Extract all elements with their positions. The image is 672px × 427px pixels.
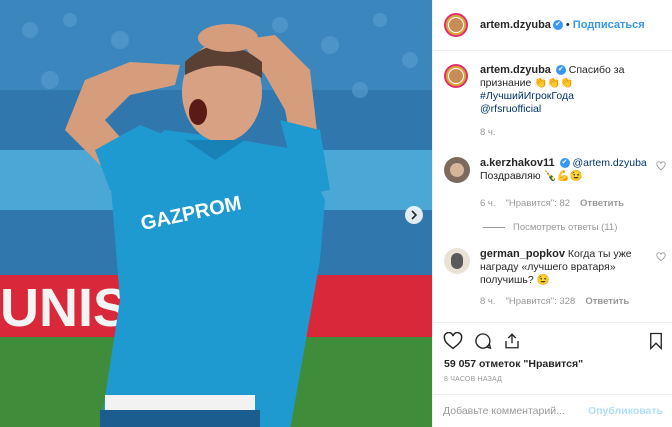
- comment-likes[interactable]: "Нравится": 328: [506, 295, 576, 308]
- author-avatar[interactable]: [444, 13, 468, 37]
- comment-username[interactable]: a.kerzhakov11: [480, 157, 555, 169]
- caption-time[interactable]: 8 ч.: [480, 126, 496, 139]
- post-timestamp[interactable]: 8 ЧАСОВ НАЗАД: [444, 376, 502, 383]
- caption-text-1: Спасибо за: [568, 64, 625, 76]
- author-username[interactable]: artem.dzyuba: [480, 19, 551, 31]
- heart-icon[interactable]: [656, 252, 666, 262]
- photo-scene: UNISON GAZPROM: [0, 0, 432, 427]
- like-heart-icon[interactable]: [443, 332, 463, 350]
- caption-avatar[interactable]: [444, 64, 468, 88]
- replies-line: [483, 227, 505, 228]
- reply-button[interactable]: Ответить: [585, 295, 629, 308]
- commenter-avatar[interactable]: [444, 157, 470, 183]
- commenter-avatar[interactable]: [444, 248, 470, 274]
- comment-item: a.kerzhakov11 ✔ @artem.dzyuba Поздравляю…: [444, 157, 666, 210]
- add-comment-bar: Добавьте комментарий... Опубликовать: [433, 394, 672, 427]
- follow-button[interactable]: Подписаться: [573, 19, 645, 31]
- post-side-panel: artem.dzyuba ✔ • Подписаться artem.dzyub…: [432, 0, 672, 427]
- comment-bubble-icon[interactable]: [473, 332, 493, 350]
- caption-hashtag[interactable]: #ЛучшийИгрокГода: [480, 90, 650, 103]
- comment-time[interactable]: 8 ч.: [480, 295, 496, 308]
- post-actions: 59 057 отметок "Нравится" 8 ЧАСОВ НАЗАД: [433, 322, 672, 394]
- comment-item: german_popkov Когда ты уже награду «лучш…: [444, 248, 666, 308]
- heart-icon[interactable]: [656, 161, 666, 171]
- comment-username[interactable]: german_popkov: [480, 248, 565, 260]
- verified-badge-icon: ✔: [559, 158, 570, 169]
- reply-button[interactable]: Ответить: [580, 197, 624, 210]
- separator-dot: •: [565, 19, 570, 31]
- view-replies-label: Посмотреть ответы (11): [513, 222, 618, 233]
- comment-time[interactable]: 6 ч.: [480, 197, 496, 210]
- post-photo[interactable]: UNISON GAZPROM: [0, 0, 432, 427]
- chevron-right-icon: [411, 210, 418, 220]
- caption-mention[interactable]: @rfsruofficial: [480, 103, 650, 116]
- comment-mention[interactable]: @artem.dzyuba: [572, 157, 646, 169]
- caption-text-2: признание 👏👏👏: [480, 77, 574, 89]
- caption: artem.dzyuba ✔ Спасибо за признание 👏👏👏 …: [444, 64, 666, 139]
- next-photo-button[interactable]: [405, 206, 423, 224]
- instagram-post-modal: UNISON GAZPROM artem.dzyuba ✔ • Подписат…: [0, 0, 672, 427]
- caption-username[interactable]: artem.dzyuba: [480, 64, 551, 76]
- view-replies-button[interactable]: Посмотреть ответы (11): [483, 222, 617, 233]
- publish-button[interactable]: Опубликовать: [588, 405, 663, 417]
- likes-count[interactable]: 59 057 отметок "Нравится": [444, 358, 583, 370]
- comment-likes[interactable]: "Нравится": 82: [506, 197, 571, 210]
- comments-list[interactable]: artem.dzyuba ✔ Спасибо за признание 👏👏👏 …: [433, 52, 672, 322]
- comment-input[interactable]: Добавьте комментарий...: [443, 405, 565, 417]
- bookmark-icon[interactable]: [649, 332, 663, 350]
- post-header: artem.dzyuba ✔ • Подписаться: [433, 0, 672, 51]
- share-icon[interactable]: [503, 332, 521, 350]
- comment-text: Поздравляю 🍾💪😉: [480, 170, 583, 182]
- verified-badge-icon: ✔: [552, 20, 563, 30]
- verified-badge-icon: ✔: [555, 65, 566, 76]
